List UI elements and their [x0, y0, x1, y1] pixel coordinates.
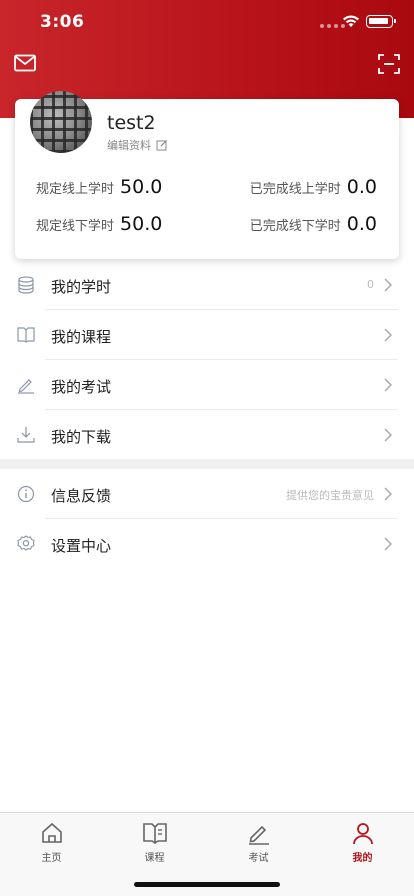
exam-icon — [248, 825, 269, 845]
chevron-right-icon — [384, 487, 392, 501]
tab-courses[interactable]: 课程 — [103, 821, 206, 873]
stat-required-offline: 规定线下学时 50.0 — [36, 213, 162, 235]
home-icon — [41, 822, 62, 843]
tab-label: 考试 — [248, 853, 269, 864]
username: test2 — [107, 112, 156, 134]
menu-group-general: 信息反馈 提供您的宝贵意见 设置中心 — [0, 469, 414, 569]
menu-label: 我的下载 — [51, 428, 112, 446]
settings-icon — [17, 535, 35, 551]
tab-label: 我的 — [352, 853, 373, 864]
menu-label: 我的考试 — [51, 378, 112, 396]
edit-icon — [156, 140, 167, 151]
section-divider — [0, 459, 414, 469]
menu-item-my-courses[interactable]: 我的课程 — [0, 310, 414, 360]
status-time: 3:06 — [40, 12, 85, 32]
stat-value: 50.0 — [120, 213, 163, 235]
stat-value: 50.0 — [120, 176, 163, 198]
tab-label: 主页 — [41, 853, 62, 864]
profile-card: test2 编辑资料 规定线上学时 50.0 已完成线上学时 0.0 规定线下学… — [15, 91, 399, 259]
menu-group-learning: 我的学时 0 我的课程 我的考试 我的下载 — [0, 260, 414, 460]
stat-label: 规定线下学时 — [36, 219, 115, 234]
edit-profile-link[interactable]: 编辑资料 — [107, 137, 168, 153]
info-icon — [17, 485, 35, 503]
stat-value: 0.0 — [346, 176, 377, 198]
chevron-right-icon — [384, 428, 392, 442]
menu-item-my-downloads[interactable]: 我的下载 — [0, 410, 414, 460]
edit-profile-label: 编辑资料 — [107, 139, 151, 152]
menu-item-feedback[interactable]: 信息反馈 提供您的宝贵意见 — [0, 469, 414, 519]
tab-exams[interactable]: 考试 — [207, 821, 310, 873]
battery-icon — [366, 15, 396, 28]
menu-item-settings[interactable]: 设置中心 — [0, 519, 414, 569]
menu-label: 我的课程 — [51, 328, 112, 346]
menu-label: 设置中心 — [51, 537, 112, 555]
wifi-icon — [343, 15, 359, 27]
book-icon — [142, 823, 167, 844]
scan-icon[interactable] — [378, 53, 400, 75]
tab-home[interactable]: 主页 — [0, 821, 103, 873]
menu-label: 信息反馈 — [51, 487, 112, 505]
menu-item-my-hours[interactable]: 我的学时 0 — [0, 260, 414, 310]
avatar[interactable] — [30, 91, 92, 153]
user-icon — [352, 823, 373, 845]
chevron-right-icon — [384, 328, 392, 342]
menu-item-my-exams[interactable]: 我的考试 — [0, 360, 414, 410]
menu-hint: 提供您的宝贵意见 — [286, 489, 374, 502]
stat-completed-online: 已完成线上学时 0.0 — [250, 176, 377, 198]
menu-label: 我的学时 — [51, 278, 112, 296]
book-icon — [17, 327, 35, 343]
chevron-right-icon — [384, 378, 392, 392]
mail-icon[interactable] — [14, 54, 36, 72]
pen-icon — [18, 379, 34, 394]
stat-label: 已完成线下学时 — [249, 219, 341, 234]
stat-label: 规定线上学时 — [36, 182, 115, 197]
tab-label: 课程 — [144, 853, 165, 864]
chevron-right-icon — [384, 278, 392, 292]
stat-required-online: 规定线上学时 50.0 — [36, 176, 162, 198]
database-icon — [18, 276, 34, 294]
download-icon — [17, 427, 35, 443]
tab-profile[interactable]: 我的 — [311, 821, 414, 873]
status-bar: 3:06 — [0, 0, 414, 44]
chevron-right-icon — [384, 537, 392, 551]
home-indicator — [134, 882, 280, 887]
stat-value: 0.0 — [346, 213, 377, 235]
stat-completed-offline: 已完成线下学时 0.0 — [250, 213, 377, 235]
stat-label: 已完成线上学时 — [249, 182, 341, 197]
menu-count: 0 — [367, 278, 374, 291]
